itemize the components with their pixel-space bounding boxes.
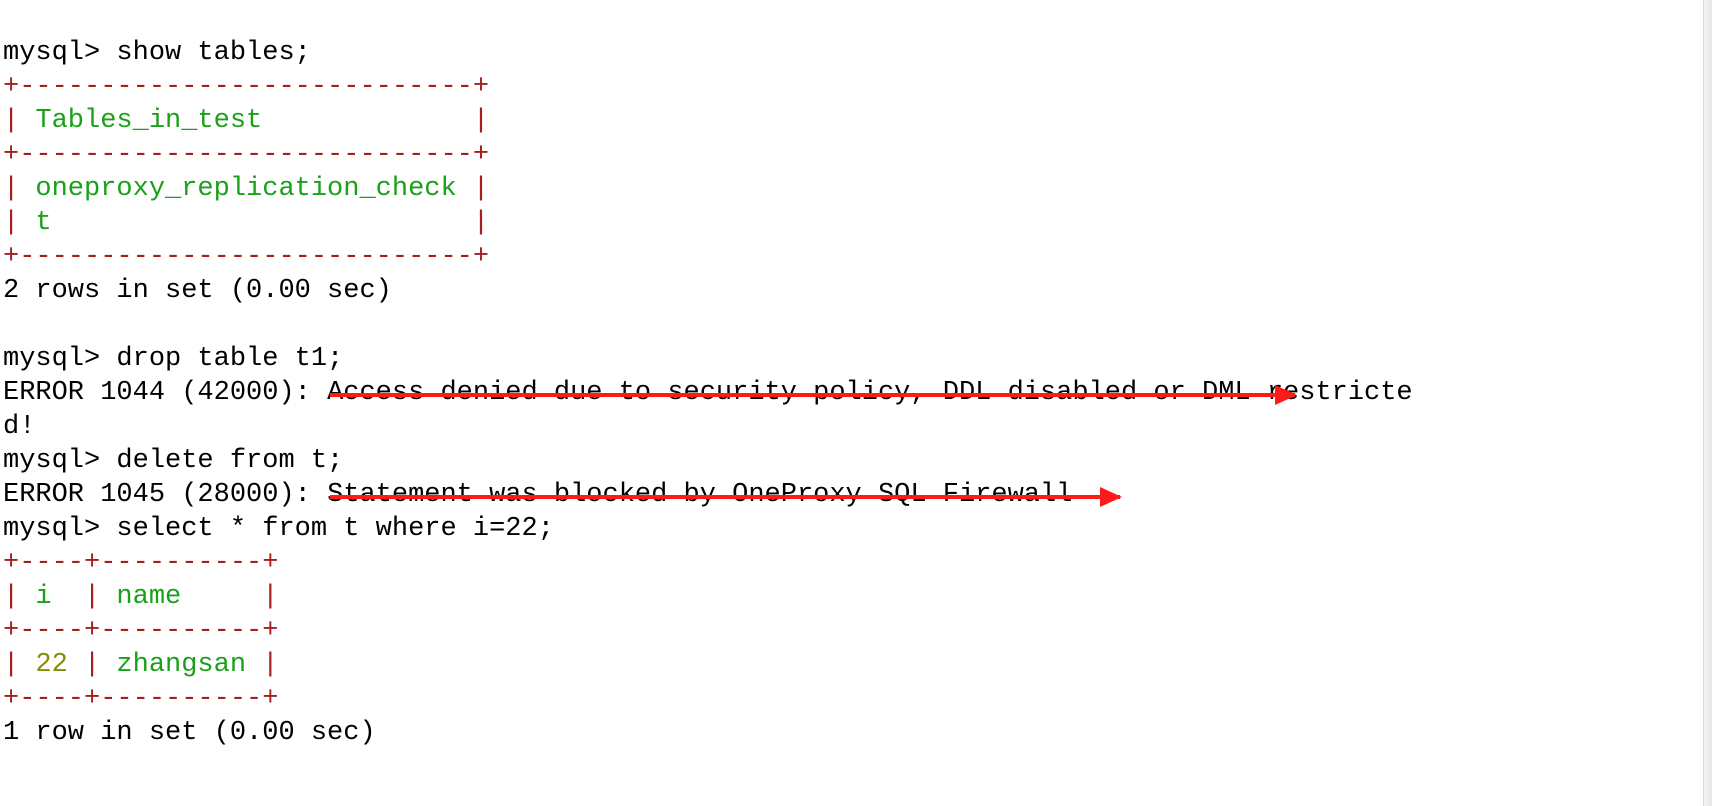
- table2-h-name: name: [100, 582, 262, 612]
- table1-border-mid: +----------------------------+: [3, 140, 489, 170]
- terminal-output: mysql> show tables; +-------------------…: [0, 0, 1712, 806]
- prompt: mysql>: [3, 344, 116, 374]
- table2-h-i: i: [19, 582, 84, 612]
- table1-row1: oneproxy_replication_check: [19, 174, 473, 204]
- scrollbar[interactable]: [1703, 0, 1712, 806]
- table2-pipe: |: [84, 650, 100, 680]
- cmd-drop: drop table t1;: [116, 344, 343, 374]
- prompt: mysql>: [3, 38, 116, 68]
- error2-prefix: ERROR 1045 (28000):: [3, 480, 327, 510]
- table1-pipe: |: [3, 174, 19, 204]
- table2-border-mid: +----+----------+: [3, 616, 278, 646]
- table2-pipe: |: [3, 650, 19, 680]
- error2-msg: Statement was blocked by OneProxy SQL Fi…: [327, 480, 1072, 510]
- table2-pipe: |: [262, 650, 278, 680]
- table1-header: Tables_in_test: [19, 106, 473, 136]
- table1-border-top: +----------------------------+: [3, 72, 489, 102]
- table1-summary: 2 rows in set (0.00 sec): [3, 276, 392, 306]
- cmd-delete: delete from t;: [116, 446, 343, 476]
- table2-pipe: |: [3, 582, 19, 612]
- table1-row2: t: [19, 208, 473, 238]
- table2-pipe: |: [84, 582, 100, 612]
- table2-v-i: 22: [19, 650, 84, 680]
- error1-msg-a: Access denied due to security policy, DD…: [327, 378, 1413, 408]
- cmd-select: select * from t where i=22;: [116, 514, 553, 544]
- table1-pipe: |: [473, 106, 489, 136]
- error1-prefix: ERROR 1044 (42000):: [3, 378, 327, 408]
- table2-border-bot: +----+----------+: [3, 684, 278, 714]
- table1-pipe: |: [473, 174, 489, 204]
- table1-pipe: |: [3, 208, 19, 238]
- table2-v-name: zhangsan: [100, 650, 262, 680]
- table1-pipe: |: [473, 208, 489, 238]
- table2-summary: 1 row in set (0.00 sec): [3, 718, 376, 748]
- table2-border-top: +----+----------+: [3, 548, 278, 578]
- error1-msg-b: d!: [3, 412, 35, 442]
- table2-pipe: |: [262, 582, 278, 612]
- table1-pipe: |: [3, 106, 19, 136]
- table1-border-bot: +----------------------------+: [3, 242, 489, 272]
- prompt: mysql>: [3, 514, 116, 544]
- cmd-show-tables: show tables;: [116, 38, 310, 68]
- prompt: mysql>: [3, 446, 116, 476]
